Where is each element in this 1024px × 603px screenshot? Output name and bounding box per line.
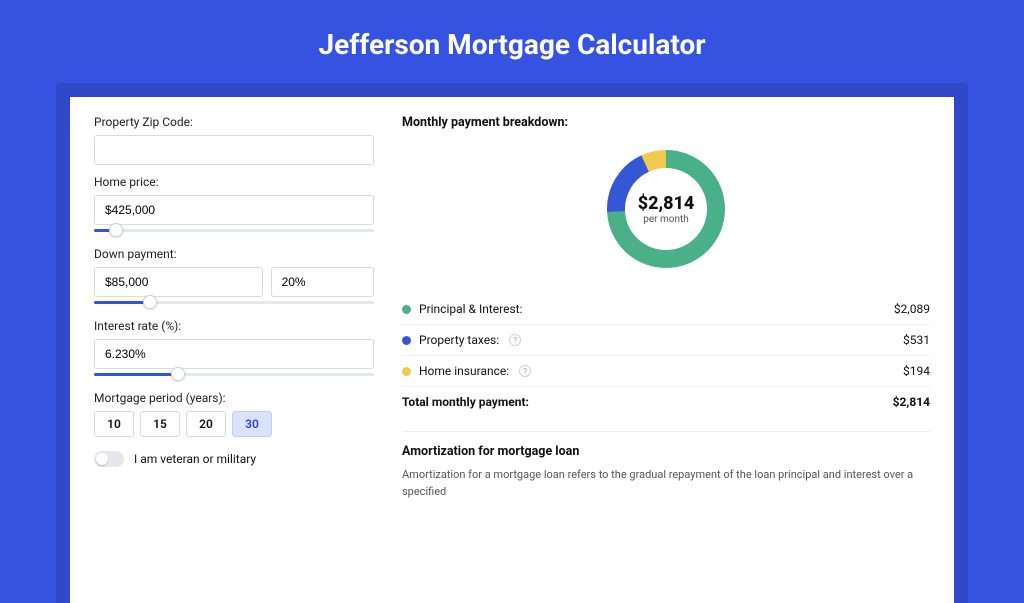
legend-label: Home insurance: xyxy=(419,364,509,378)
toggle-knob xyxy=(96,453,108,465)
info-icon[interactable]: ? xyxy=(509,334,521,346)
home-price-field: Home price: xyxy=(94,175,374,237)
interest-rate-slider[interactable] xyxy=(94,367,374,381)
interest-rate-input[interactable] xyxy=(94,339,374,369)
slider-thumb[interactable] xyxy=(109,223,123,237)
legend-value: $531 xyxy=(903,333,930,347)
legend-label: Property taxes: xyxy=(419,333,499,347)
donut-sub: per month xyxy=(643,214,689,225)
period-button-10[interactable]: 10 xyxy=(94,411,134,437)
legend-total-value: $2,814 xyxy=(893,395,930,409)
veteran-row: I am veteran or military xyxy=(94,451,374,467)
home-price-label: Home price: xyxy=(94,175,374,189)
breakdown-panel: Monthly payment breakdown: $2,814 per mo… xyxy=(402,115,930,603)
interest-rate-label: Interest rate (%): xyxy=(94,319,374,333)
amortization-text: Amortization for a mortgage loan refers … xyxy=(402,467,930,500)
slider-thumb[interactable] xyxy=(143,295,157,309)
breakdown-legend: Principal & Interest: $2,089 Property taxe… xyxy=(402,294,930,417)
period-button-15[interactable]: 15 xyxy=(140,411,180,437)
form-panel: Property Zip Code: Home price: Down paym… xyxy=(94,115,374,603)
veteran-toggle[interactable] xyxy=(94,451,124,467)
legend-total-label: Total monthly payment: xyxy=(402,395,529,409)
down-payment-input[interactable] xyxy=(94,267,263,297)
calculator-card: Property Zip Code: Home price: Down paym… xyxy=(70,97,954,603)
period-options: 10152030 xyxy=(94,411,374,437)
legend-label: Principal & Interest: xyxy=(419,302,523,316)
info-icon[interactable]: ? xyxy=(519,365,531,377)
breakdown-title: Monthly payment breakdown: xyxy=(402,115,930,130)
veteran-label: I am veteran or military xyxy=(134,452,256,466)
amortization-section: Amortization for mortgage loan Amortizat… xyxy=(402,431,930,500)
period-button-20[interactable]: 20 xyxy=(186,411,226,437)
page-title: Jefferson Mortgage Calculator xyxy=(0,0,1024,83)
legend-dot xyxy=(402,367,411,376)
zip-input[interactable] xyxy=(94,135,374,165)
legend-dot xyxy=(402,305,411,314)
mortgage-period-field: Mortgage period (years): 10152030 xyxy=(94,391,374,437)
interest-rate-field: Interest rate (%): xyxy=(94,319,374,381)
mortgage-period-label: Mortgage period (years): xyxy=(94,391,374,405)
slider-thumb[interactable] xyxy=(171,367,185,381)
donut-center: $2,814 per month xyxy=(601,144,731,274)
down-payment-label: Down payment: xyxy=(94,247,374,261)
legend-row: Principal & Interest: $2,089 xyxy=(402,294,930,324)
donut-chart: $2,814 per month xyxy=(402,140,930,288)
legend-value: $2,089 xyxy=(894,302,930,316)
legend-dot xyxy=(402,336,411,345)
home-price-input[interactable] xyxy=(94,195,374,225)
legend-row: Property taxes:? $531 xyxy=(402,324,930,355)
down-payment-field: Down payment: xyxy=(94,247,374,309)
legend-row: Home insurance:? $194 xyxy=(402,355,930,386)
down-payment-slider[interactable] xyxy=(94,295,374,309)
legend-total-row: Total monthly payment: $2,814 xyxy=(402,386,930,417)
amortization-title: Amortization for mortgage loan xyxy=(402,444,930,459)
card-shadow: Property Zip Code: Home price: Down paym… xyxy=(56,83,968,603)
home-price-slider[interactable] xyxy=(94,223,374,237)
donut-value: $2,814 xyxy=(638,193,695,214)
zip-label: Property Zip Code: xyxy=(94,115,374,129)
zip-field: Property Zip Code: xyxy=(94,115,374,165)
down-payment-pct-input[interactable] xyxy=(271,267,374,297)
legend-value: $194 xyxy=(903,364,930,378)
period-button-30[interactable]: 30 xyxy=(232,411,272,437)
